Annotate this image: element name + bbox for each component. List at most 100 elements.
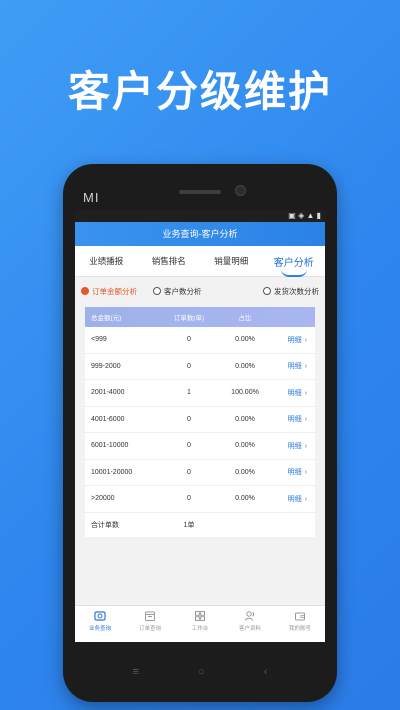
nav-business-query[interactable]: 业务查询 (75, 606, 125, 642)
phone-camera (235, 185, 246, 196)
detail-link-label: 明细 (287, 389, 302, 397)
chevron-right-icon: › (304, 469, 307, 477)
detail-link-label: 明细 (287, 336, 302, 344)
app-screen: ▣ ◈ ▲ ▮ 业务查询-客户分析 业绩播报 销售排名 销量明细 客户分析 订单… (75, 210, 325, 642)
back-key-icon[interactable]: ‹ (264, 666, 268, 678)
total-value: 1单 (183, 521, 195, 529)
nav-label: 我的账号 (288, 626, 311, 632)
filter-label: 客户数分析 (164, 286, 202, 296)
filter-shipment-count[interactable]: 发货次数分析 (263, 286, 319, 297)
cell-count: 0 (187, 415, 191, 423)
analysis-filter-group: 订单金额分析 客户数分析 发货次数分析 (75, 277, 325, 305)
detail-link-label: 明细 (287, 495, 302, 503)
cell-range: 2001-4000 (91, 389, 125, 397)
cell-count: 0 (187, 336, 191, 344)
chevron-right-icon: › (304, 363, 307, 371)
filter-customer-count[interactable]: 客户数分析 (153, 286, 202, 297)
page-title: 业务查询-客户分析 (75, 222, 325, 246)
users-icon (245, 611, 255, 621)
table-row: >20000 0 0.00% 明细 › (85, 486, 315, 513)
chevron-right-icon: › (304, 495, 307, 503)
cell-count: 0 (187, 442, 191, 450)
cell-count: 0 (187, 468, 191, 476)
table-header: 总金额(元) 订单数(单) 占比 (85, 307, 315, 327)
tab-customer-analysis-label: 客户分析 (273, 257, 314, 269)
detail-link[interactable]: 明细 › (273, 414, 315, 424)
grid-icon (195, 611, 205, 621)
nav-label: 工作台 (191, 626, 209, 632)
tab-bar: 业绩播报 销售排名 销量明细 客户分析 (75, 246, 325, 277)
menu-key-icon[interactable]: ≡ (133, 666, 139, 678)
wallet-icon (295, 612, 305, 621)
calendar-icon (145, 611, 155, 621)
active-tab-indicator (280, 269, 307, 277)
cell-range: 10001-20000 (91, 468, 133, 476)
detail-link[interactable]: 明细 › (273, 494, 315, 504)
header-amount: 总金额(元) (91, 315, 122, 322)
hardware-keys: ≡ ○ ‹ (63, 666, 337, 678)
business-query-icon (94, 611, 106, 621)
phone-speaker (179, 190, 221, 194)
cell-count: 1 (187, 389, 191, 397)
detail-link-label: 明细 (287, 469, 302, 477)
headline: 客户分级维护 (67, 68, 332, 115)
chevron-right-icon: › (304, 442, 307, 450)
nav-order-query[interactable]: 订单查询 (125, 606, 175, 642)
table-total-row: 合计单数 1单 (85, 513, 315, 537)
bottom-nav: 业务查询 订单查询 工作台 客户资料 我的账号 (75, 605, 325, 642)
table-row: 999-2000 0 0.00% 明细 › (85, 354, 315, 380)
nav-label: 客户资料 (238, 626, 261, 632)
detail-link[interactable]: 明细 › (273, 361, 315, 371)
status-icons: ▣ ◈ ▲ ▮ (288, 211, 321, 220)
detail-link[interactable]: 明细 › (273, 388, 315, 398)
nav-label: 业务查询 (88, 626, 111, 632)
table-row: 4001-6000 0 0.00% 明细 › (85, 407, 315, 433)
filter-label: 发货次数分析 (274, 286, 319, 296)
chevron-right-icon: › (304, 336, 307, 344)
analysis-table: 总金额(元) 订单数(单) 占比 <999 0 0.00% 明细 › 999-20… (85, 307, 315, 537)
detail-link[interactable]: 明细 › (273, 335, 315, 345)
filter-order-amount[interactable]: 订单金额分析 (81, 286, 137, 297)
chevron-right-icon: › (304, 416, 307, 424)
cell-range: >20000 (91, 495, 115, 503)
chevron-right-icon: › (304, 389, 307, 397)
cell-range: <999 (91, 336, 107, 344)
header-percent: 占比 (238, 315, 252, 322)
cell-percent: 0.00% (235, 362, 255, 370)
header-orders: 订单数(单) (173, 315, 205, 322)
cell-percent: 0.00% (235, 336, 255, 344)
cell-percent: 0.00% (235, 468, 255, 476)
tab-performance[interactable]: 业绩播报 (75, 255, 138, 267)
cell-percent: 0.00% (235, 495, 255, 503)
radio-selected-icon (81, 287, 89, 295)
table-row: 6001-10000 0 0.00% 明细 › (85, 433, 315, 460)
cell-range: 6001-10000 (91, 442, 129, 450)
home-key-icon[interactable]: ○ (198, 666, 205, 678)
table-row: <999 0 0.00% 明细 › (85, 327, 315, 354)
radio-icon (263, 287, 271, 295)
detail-link[interactable]: 明细 › (273, 467, 315, 477)
total-label: 合计单数 (91, 521, 119, 529)
tab-sales-ranking[interactable]: 销售排名 (138, 255, 201, 267)
tab-sales-detail[interactable]: 销量明细 (200, 255, 263, 267)
status-bar: ▣ ◈ ▲ ▮ (75, 210, 325, 222)
nav-workbench[interactable]: 工作台 (175, 606, 225, 642)
phone-brand-logo: MI (83, 190, 100, 205)
radio-icon (153, 287, 161, 295)
detail-link-label: 明细 (287, 416, 302, 424)
nav-customer-info[interactable]: 客户资料 (225, 606, 275, 642)
tab-customer-analysis[interactable]: 客户分析 (263, 254, 326, 277)
nav-label: 订单查询 (138, 626, 161, 632)
detail-link[interactable]: 明细 › (273, 441, 315, 451)
cell-percent: 0.00% (235, 415, 255, 423)
phone-frame: MI ▣ ◈ ▲ ▮ 业务查询-客户分析 业绩播报 销售排名 销量明细 客户分析… (63, 164, 337, 702)
detail-link-label: 明细 (287, 363, 302, 371)
table-row: 2001-4000 1 100.00% 明细 › (85, 380, 315, 407)
cell-percent: 0.00% (235, 442, 255, 450)
filter-label: 订单金额分析 (92, 286, 137, 296)
cell-range: 4001-6000 (91, 415, 125, 423)
detail-link-label: 明细 (287, 442, 302, 450)
cell-count: 0 (187, 362, 191, 370)
nav-my-account[interactable]: 我的账号 (275, 606, 325, 642)
cell-percent: 100.00% (231, 389, 259, 397)
